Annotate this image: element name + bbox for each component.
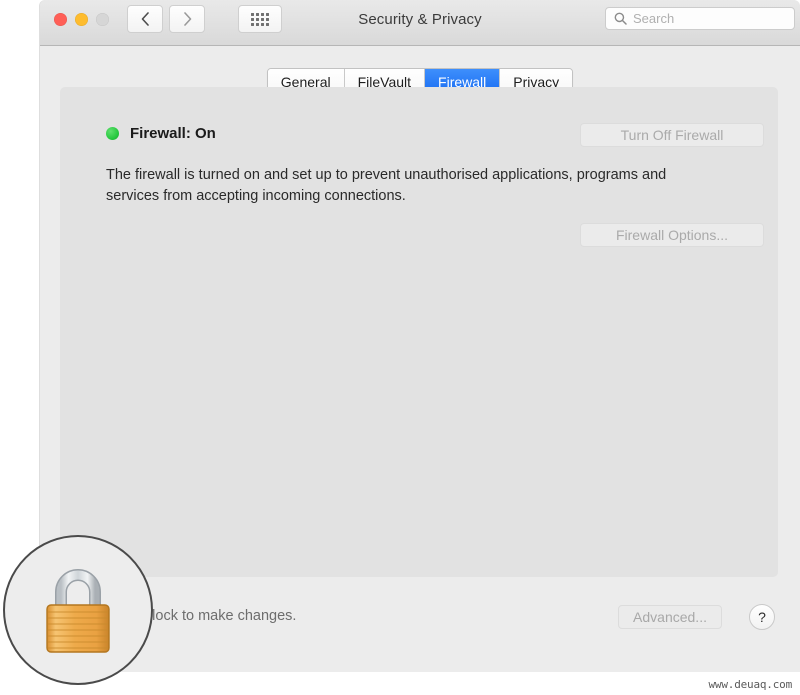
firewall-status-row: Firewall: On [106, 125, 216, 142]
search-placeholder: Search [633, 11, 674, 26]
lock-hint-text: he lock to make changes. [132, 608, 296, 624]
firewall-status-label: Firewall: On [130, 125, 216, 142]
firewall-content-panel: Firewall: On Turn Off Firewall The firew… [60, 87, 778, 577]
turn-off-firewall-button[interactable]: Turn Off Firewall [580, 123, 764, 147]
search-field[interactable]: Search [605, 7, 795, 30]
advanced-button[interactable]: Advanced... [618, 605, 722, 629]
window-titlebar: Security & Privacy Search [40, 0, 800, 46]
firewall-description: The firewall is turned on and set up to … [106, 165, 721, 207]
lock-magnifier-callout [3, 535, 153, 685]
padlock-closed-icon[interactable] [39, 564, 117, 656]
site-watermark: www.deuaq.com [709, 678, 793, 691]
help-button[interactable]: ? [749, 604, 775, 630]
preferences-window: Security & Privacy Search General FileVa… [40, 0, 800, 672]
status-indicator-dot [106, 127, 119, 140]
firewall-options-button[interactable]: Firewall Options... [580, 223, 764, 247]
search-icon [614, 12, 627, 25]
window-bottom-bar: he lock to make changes. Advanced... ? [40, 577, 800, 672]
